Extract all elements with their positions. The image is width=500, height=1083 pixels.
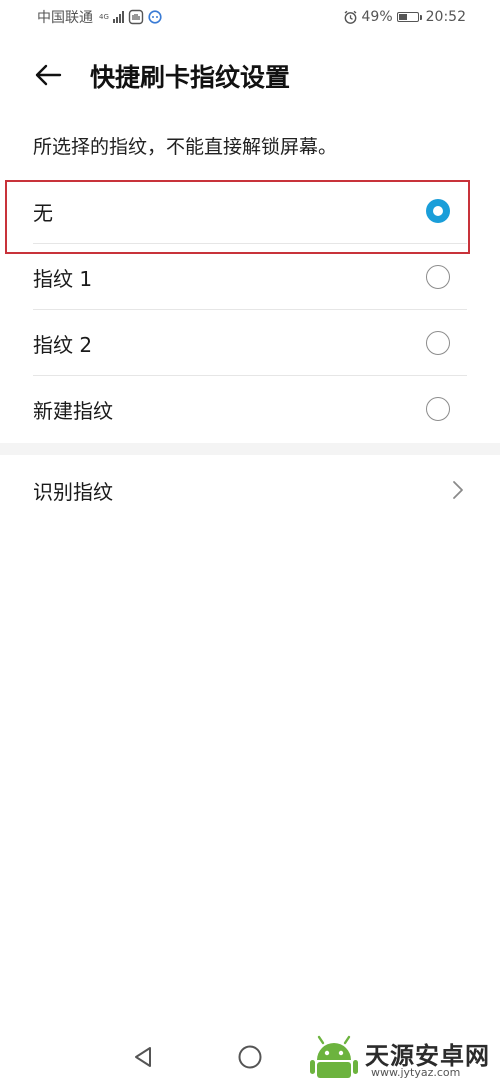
option-none[interactable]: 无 xyxy=(0,178,500,244)
network-badge: 4G xyxy=(99,12,109,21)
status-bar: 中国联通 4G 49% 20:52 xyxy=(0,0,500,34)
battery-fill xyxy=(398,14,408,20)
battery-body xyxy=(396,12,419,22)
nav-back-button[interactable] xyxy=(128,1042,158,1072)
option-new-fingerprint[interactable]: 新建指纹 xyxy=(0,376,500,442)
fingerprint-option-list: 无 指纹 1 指纹 2 新建指纹 xyxy=(0,178,500,442)
carrier-name: 中国联通 xyxy=(37,10,93,26)
signal-icon xyxy=(112,11,124,23)
radio-button[interactable] xyxy=(426,397,450,421)
arrow-left-icon xyxy=(35,64,62,86)
app-icon xyxy=(148,10,162,24)
navigation-bar xyxy=(0,1030,500,1083)
section-divider xyxy=(0,443,500,455)
nav-home-button[interactable] xyxy=(235,1042,265,1072)
clock: 20:52 xyxy=(425,9,466,25)
radio-button[interactable] xyxy=(426,331,450,355)
battery-percent: 49% xyxy=(361,9,393,25)
header: 快捷刷卡指纹设置 xyxy=(0,45,500,105)
alarm-icon xyxy=(343,10,358,25)
radio-button[interactable] xyxy=(426,265,450,289)
back-button[interactable] xyxy=(30,57,66,93)
option-fingerprint-1[interactable]: 指纹 1 xyxy=(0,244,500,310)
option-label: 指纹 1 xyxy=(33,266,93,291)
status-right: 49% 20:52 xyxy=(343,9,466,25)
battery-icon xyxy=(396,12,422,22)
chevron-right-icon xyxy=(453,481,463,499)
status-left: 中国联通 4G xyxy=(37,7,162,27)
back-triangle-icon xyxy=(135,1047,151,1067)
battery-tip xyxy=(419,14,422,20)
radio-button[interactable] xyxy=(426,199,450,223)
identify-fingerprint-label: 识别指纹 xyxy=(33,480,113,504)
network-type: 4G xyxy=(99,12,109,21)
home-circle-icon xyxy=(238,1045,262,1069)
option-fingerprint-2[interactable]: 指纹 2 xyxy=(0,310,500,376)
notification-icon xyxy=(128,9,144,25)
description-text: 所选择的指纹，不能直接解锁屏幕。 xyxy=(33,136,338,158)
identify-fingerprint-row[interactable]: 识别指纹 xyxy=(0,456,500,522)
option-label: 指纹 2 xyxy=(33,332,93,357)
option-label: 无 xyxy=(33,200,53,225)
page-title: 快捷刷卡指纹设置 xyxy=(90,63,291,92)
option-label: 新建指纹 xyxy=(33,398,113,423)
